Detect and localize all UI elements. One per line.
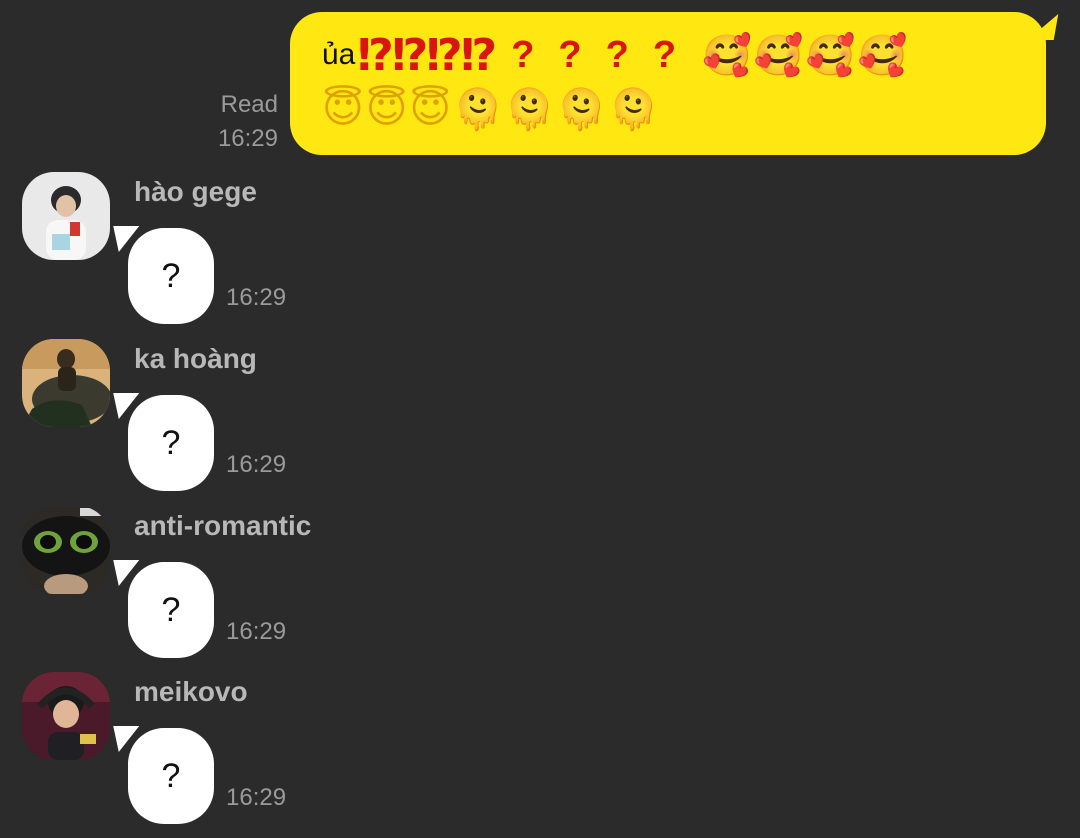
incoming-message: hào gege ? 16:29: [0, 172, 500, 338]
message-bubble[interactable]: ?: [113, 560, 214, 658]
incoming-message: meikovo ? 16:29: [0, 672, 500, 838]
avatar[interactable]: [22, 172, 110, 260]
message-text: ?: [161, 256, 181, 295]
avatar-photo-icon: [22, 506, 110, 594]
outgoing-bubble-tail: [1027, 14, 1059, 40]
avatar-photo-icon: [22, 672, 110, 760]
avatar[interactable]: [22, 339, 110, 427]
outgoing-bubble[interactable]: ủa ⁉⁉⁉⁉ ???? 🥰🥰🥰🥰 😇😇😇 🫠🫠🫠🫠: [290, 12, 1059, 155]
sender-name: meikovo: [134, 676, 248, 707]
sender-name: hào gege: [134, 176, 257, 207]
exclamation-question-marks: ⁉⁉⁉⁉: [357, 30, 497, 80]
read-receipt: Read: [220, 91, 278, 118]
message-time: 16:29: [226, 451, 287, 478]
halo-emoji-group: 😇😇😇: [322, 86, 454, 132]
message-text: ?: [161, 590, 181, 629]
melting-face-emoji-group: 🫠🫠🫠🫠: [453, 86, 661, 133]
avatar[interactable]: [22, 506, 110, 594]
outgoing-time: 16:29: [217, 125, 278, 152]
outgoing-text-row-1: ủa ⁉⁉⁉⁉ ???? 🥰🥰🥰🥰: [322, 28, 1020, 82]
message-bubble[interactable]: ?: [113, 393, 214, 491]
bubble-tail: [113, 393, 145, 419]
sender-name: anti-romantic: [134, 510, 312, 541]
message-text: ?: [161, 756, 181, 795]
message-bubble[interactable]: ?: [113, 226, 214, 324]
message-text: ?: [161, 423, 181, 462]
outgoing-prefix-text: ủa: [322, 38, 356, 71]
incoming-message: anti-romantic ? 16:29: [0, 506, 500, 672]
bubble-tail: [113, 726, 145, 752]
outgoing-text-row-2: 😇😇😇 🫠🫠🫠🫠: [322, 82, 1020, 136]
question-marks: ????: [511, 33, 701, 76]
avatar-photo-icon: [22, 172, 110, 260]
avatar[interactable]: [22, 672, 110, 760]
message-bubble[interactable]: ?: [113, 726, 214, 824]
message-time: 16:29: [226, 784, 287, 811]
incoming-message: ka hoàng ? 16:29: [0, 339, 500, 505]
bubble-tail: [113, 560, 145, 586]
message-time: 16:29: [226, 284, 287, 311]
message-time: 16:29: [226, 618, 287, 645]
outgoing-meta: Read 16:29: [190, 88, 278, 156]
sender-name: ka hoàng: [134, 343, 257, 374]
avatar-photo-icon: [22, 339, 110, 427]
smiling-hearts-emoji-group: 🥰🥰🥰🥰: [702, 32, 910, 79]
bubble-tail: [113, 226, 145, 252]
